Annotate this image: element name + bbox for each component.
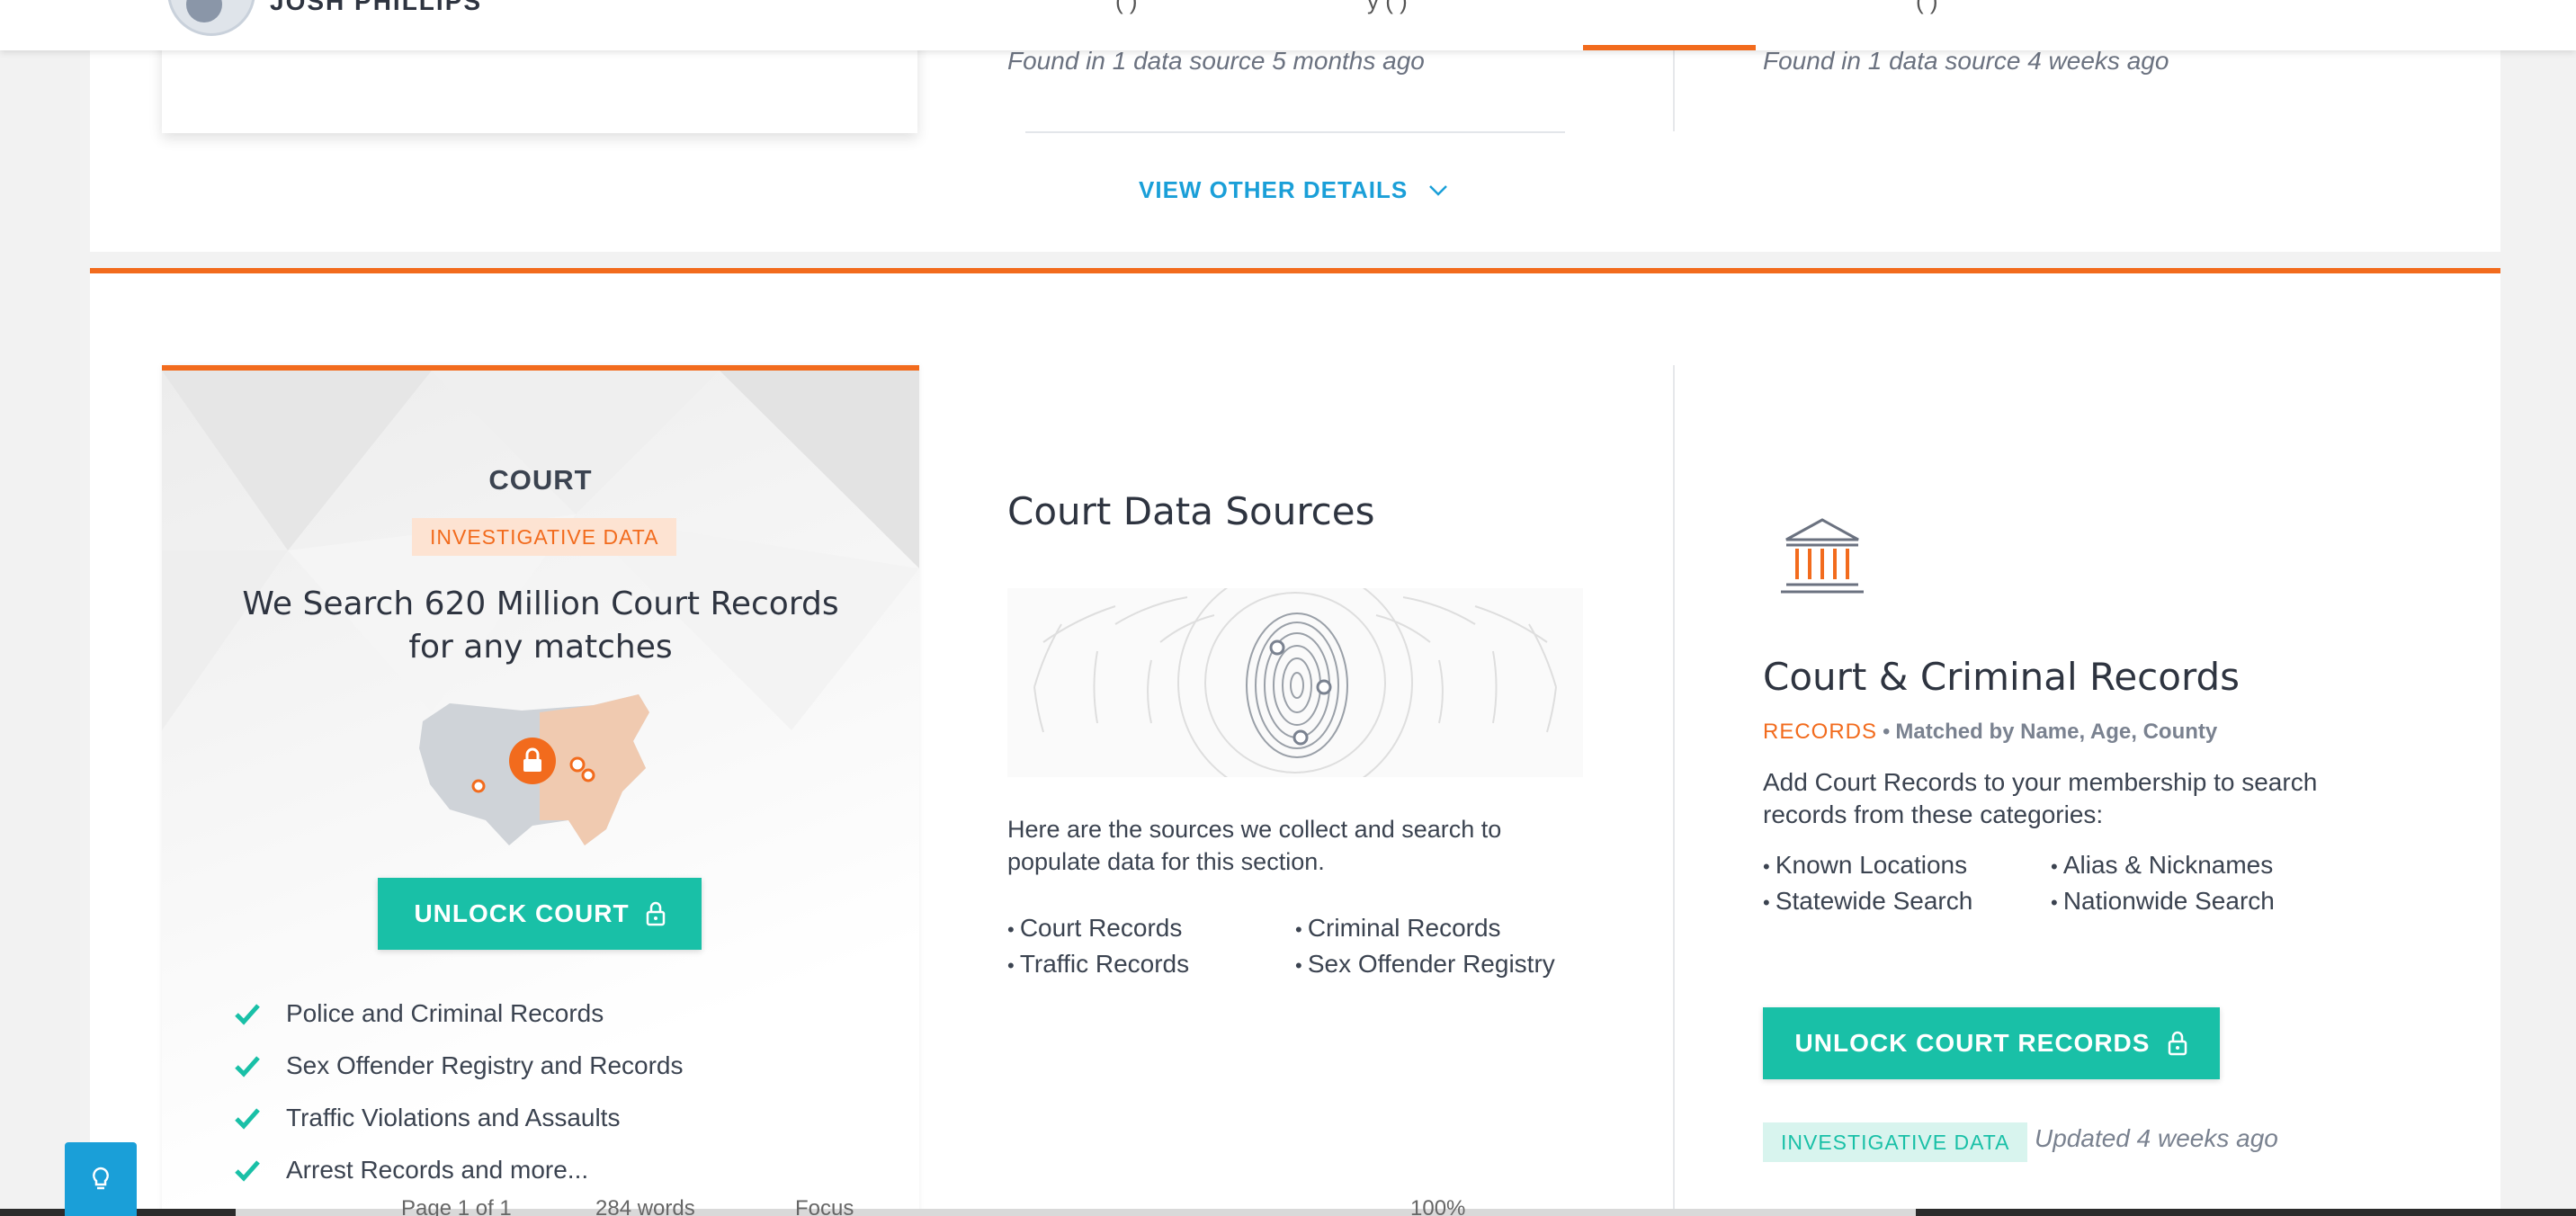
feature-list: Police and Criminal Records Sex Offender… bbox=[234, 988, 683, 1196]
source-item: Sex Offender Registry bbox=[1295, 950, 1637, 980]
category-item: Statewide Search bbox=[1763, 887, 2051, 917]
lock-icon bbox=[646, 901, 665, 926]
separator-dot: • bbox=[1883, 720, 1891, 744]
active-tab-indicator bbox=[1583, 45, 1756, 50]
zoom-level-text[interactable]: 100% bbox=[1410, 1196, 1465, 1216]
check-icon bbox=[235, 1160, 260, 1182]
court-locked-card: COURT INVESTIGATIVE DATA We Search 620 M… bbox=[162, 365, 919, 1216]
check-icon bbox=[235, 1004, 260, 1025]
bottom-status-bar bbox=[0, 1209, 2576, 1216]
source-item: Court Records bbox=[1007, 914, 1295, 944]
avatar[interactable] bbox=[167, 0, 255, 36]
unlock-court-button[interactable]: UNLOCK COURT bbox=[378, 878, 702, 950]
page-count-text: Page 1 of 1 bbox=[401, 1196, 512, 1216]
source-item: Criminal Records bbox=[1295, 914, 1637, 944]
tab-fragment[interactable]: y ( ) bbox=[1367, 0, 1408, 15]
feature-label: Traffic Violations and Assaults bbox=[286, 1104, 621, 1131]
found-in-text: Found in 1 data source 5 months ago bbox=[1007, 47, 1425, 75]
feature-item: Traffic Violations and Assaults bbox=[234, 1092, 683, 1144]
unlock-court-records-button[interactable]: UNLOCK COURT RECORDS bbox=[1763, 1007, 2220, 1079]
top-header: JOSH PHILLIPS ( ) y ( ) ( ) bbox=[0, 0, 2576, 50]
feature-label: Sex Offender Registry and Records bbox=[286, 1051, 684, 1079]
check-icon bbox=[235, 1108, 260, 1130]
chevron-down-icon bbox=[1429, 184, 1448, 196]
investigative-data-tag: INVESTIGATIVE DATA bbox=[412, 518, 677, 556]
column-divider bbox=[1673, 365, 1675, 1216]
records-description: Add Court Records to your membership to … bbox=[1763, 768, 2318, 828]
records-heading: Court & Criminal Records bbox=[1763, 655, 2241, 699]
word-count-text[interactable]: 284 words bbox=[595, 1196, 695, 1216]
updated-text: Updated 4 weeks ago bbox=[2035, 1124, 2278, 1152]
records-label: RECORDS bbox=[1763, 720, 1878, 744]
matched-by-text: Matched by Name, Age, County bbox=[1895, 720, 2218, 744]
help-button[interactable] bbox=[65, 1142, 137, 1216]
category-item: Known Locations bbox=[1763, 851, 2051, 881]
profile-name: JOSH PHILLIPS bbox=[270, 0, 483, 15]
card-title: COURT bbox=[488, 464, 593, 496]
feature-item: Arrest Records and more... bbox=[234, 1144, 683, 1196]
source-item: Traffic Records bbox=[1007, 950, 1295, 980]
check-icon bbox=[235, 1056, 260, 1077]
category-item: Alias & Nicknames bbox=[2051, 851, 2393, 881]
us-map-illustration bbox=[419, 694, 649, 845]
data-sources-list: Court Records Criminal Records Traffic R… bbox=[1007, 914, 1637, 980]
lightbulb-icon bbox=[93, 1167, 109, 1190]
fingerprint-illustration bbox=[1007, 588, 1583, 777]
column-divider bbox=[1673, 50, 1675, 131]
page: JOSH PHILLIPS ( ) y ( ) ( ) Found in 1 d… bbox=[0, 0, 2576, 1216]
feature-item: Police and Criminal Records bbox=[234, 988, 683, 1040]
courthouse-icon bbox=[1781, 518, 1864, 594]
card-headline: We Search 620 Million Court Records for … bbox=[162, 583, 919, 669]
records-category-list: Known Locations Alias & Nicknames Statew… bbox=[1763, 851, 2393, 917]
feature-label: Arrest Records and more... bbox=[286, 1156, 589, 1184]
data-sources-heading: Court Data Sources bbox=[1007, 489, 1375, 533]
feature-label: Police and Criminal Records bbox=[286, 999, 604, 1027]
found-in-text: Found in 1 data source 4 weeks ago bbox=[1763, 47, 2169, 75]
focus-button[interactable]: Focus bbox=[795, 1196, 854, 1216]
divider bbox=[1025, 131, 1565, 133]
feature-item: Sex Offender Registry and Records bbox=[234, 1040, 683, 1092]
data-sources-description: Here are the sources we collect and sear… bbox=[1007, 816, 1502, 875]
unlock-court-label: UNLOCK COURT bbox=[414, 899, 630, 927]
records-meta: RECORDS • Matched by Name, Age, County bbox=[1763, 720, 2217, 745]
lock-icon bbox=[2169, 1031, 2187, 1056]
unlock-court-records-label: UNLOCK COURT RECORDS bbox=[1794, 1029, 2151, 1057]
headline-line: We Search 620 Million Court Records bbox=[242, 586, 839, 622]
tab-fragment[interactable]: ( ) bbox=[1115, 0, 1138, 15]
court-section: COURT INVESTIGATIVE DATA We Search 620 M… bbox=[90, 268, 2500, 1216]
category-item: Nationwide Search bbox=[2051, 887, 2393, 917]
view-other-details-link[interactable]: VIEW OTHER DETAILS bbox=[1139, 176, 1449, 204]
headline-line: for any matches bbox=[408, 629, 673, 666]
investigative-data-tag: INVESTIGATIVE DATA bbox=[1763, 1122, 2028, 1162]
view-other-details-label: VIEW OTHER DETAILS bbox=[1139, 176, 1409, 203]
tab-fragment[interactable]: ( ) bbox=[1916, 0, 1938, 15]
